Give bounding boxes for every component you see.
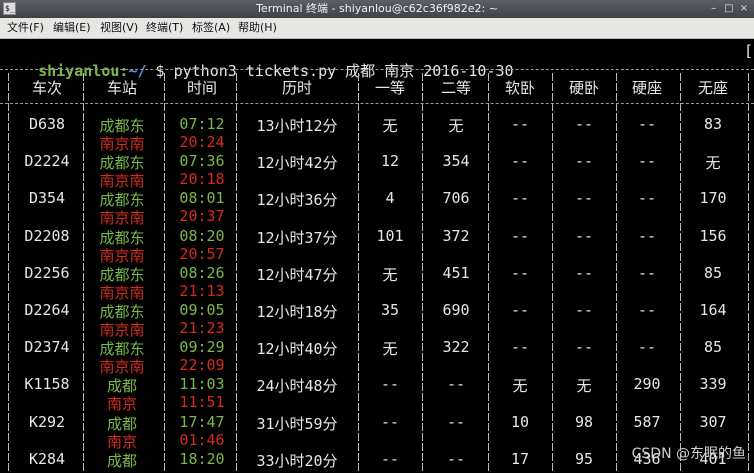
cell-arrive: 20:37	[179, 207, 225, 226]
cell-no_seat: 339	[699, 375, 727, 394]
window-controls: – □ ×	[708, 3, 750, 15]
menu-bar: 文件(F) 编辑(E) 视图(V) 终端(T) 标签(A) 帮助(H)	[0, 18, 754, 39]
column-separator	[422, 73, 423, 473]
terminal-output[interactable]: shiyanlou:~/ $ python3 tickets.py 成都 南京 …	[0, 39, 754, 473]
cell-no_seat: 170	[699, 189, 727, 208]
cell-arrive: 21:23	[179, 319, 225, 337]
csdn-watermark: CSDN @东眠的鱼	[631, 446, 746, 462]
maximize-button[interactable]: □	[723, 3, 735, 15]
cell-no_seat: 85	[703, 338, 723, 357]
cell-no_seat: 164	[699, 301, 727, 319]
menu-view[interactable]: 视图(V)	[100, 18, 138, 38]
column-separator	[164, 73, 165, 473]
minimize-button[interactable]: –	[708, 3, 720, 15]
terminal-app-icon: $_	[3, 2, 16, 15]
column-separator	[488, 73, 489, 473]
column-separator	[358, 73, 359, 473]
column-separator	[8, 73, 9, 473]
menu-terminal[interactable]: 终端(T)	[146, 18, 183, 38]
cell-arrive: 20:18	[179, 170, 225, 189]
menu-file[interactable]: 文件(F)	[7, 18, 44, 38]
close-button[interactable]: ×	[738, 3, 750, 15]
cell-no_seat: 85	[703, 263, 723, 282]
menu-edit[interactable]: 编辑(E)	[53, 18, 91, 38]
cell-no_seat: 83	[703, 115, 723, 133]
cell-arrive: 11:51	[179, 393, 225, 412]
column-separator	[236, 73, 237, 473]
column-separator	[748, 73, 749, 473]
menu-help[interactable]: 帮助(H)	[238, 18, 277, 38]
table-header-border	[0, 103, 754, 105]
cell-arrive: 20:24	[179, 133, 225, 151]
column-separator	[83, 73, 84, 473]
column-separator	[616, 73, 617, 473]
menu-tabs[interactable]: 标签(A)	[192, 18, 230, 38]
cell-arrive: 01:46	[179, 430, 225, 449]
table-top-border	[0, 69, 754, 71]
terminal-cursor: [	[744, 42, 754, 60]
column-separator	[552, 73, 553, 473]
cell-no_seat: 156	[699, 226, 727, 245]
cell-no_seat: 307	[699, 412, 727, 431]
header-no_seat: 无座	[697, 79, 728, 97]
column-separator	[680, 73, 681, 473]
cell-arrive: 21:13	[179, 281, 225, 300]
cell-arrive: 22:09	[179, 356, 225, 375]
cell-arrive: 20:57	[179, 244, 225, 263]
window-title: Terminal 终端 - shiyanlou@c62c36f982e2: ~	[256, 2, 498, 15]
cell-no_seat: 无	[705, 154, 721, 173]
window-titlebar[interactable]: $_ Terminal 终端 - shiyanlou@c62c36f982e2:…	[0, 0, 754, 18]
